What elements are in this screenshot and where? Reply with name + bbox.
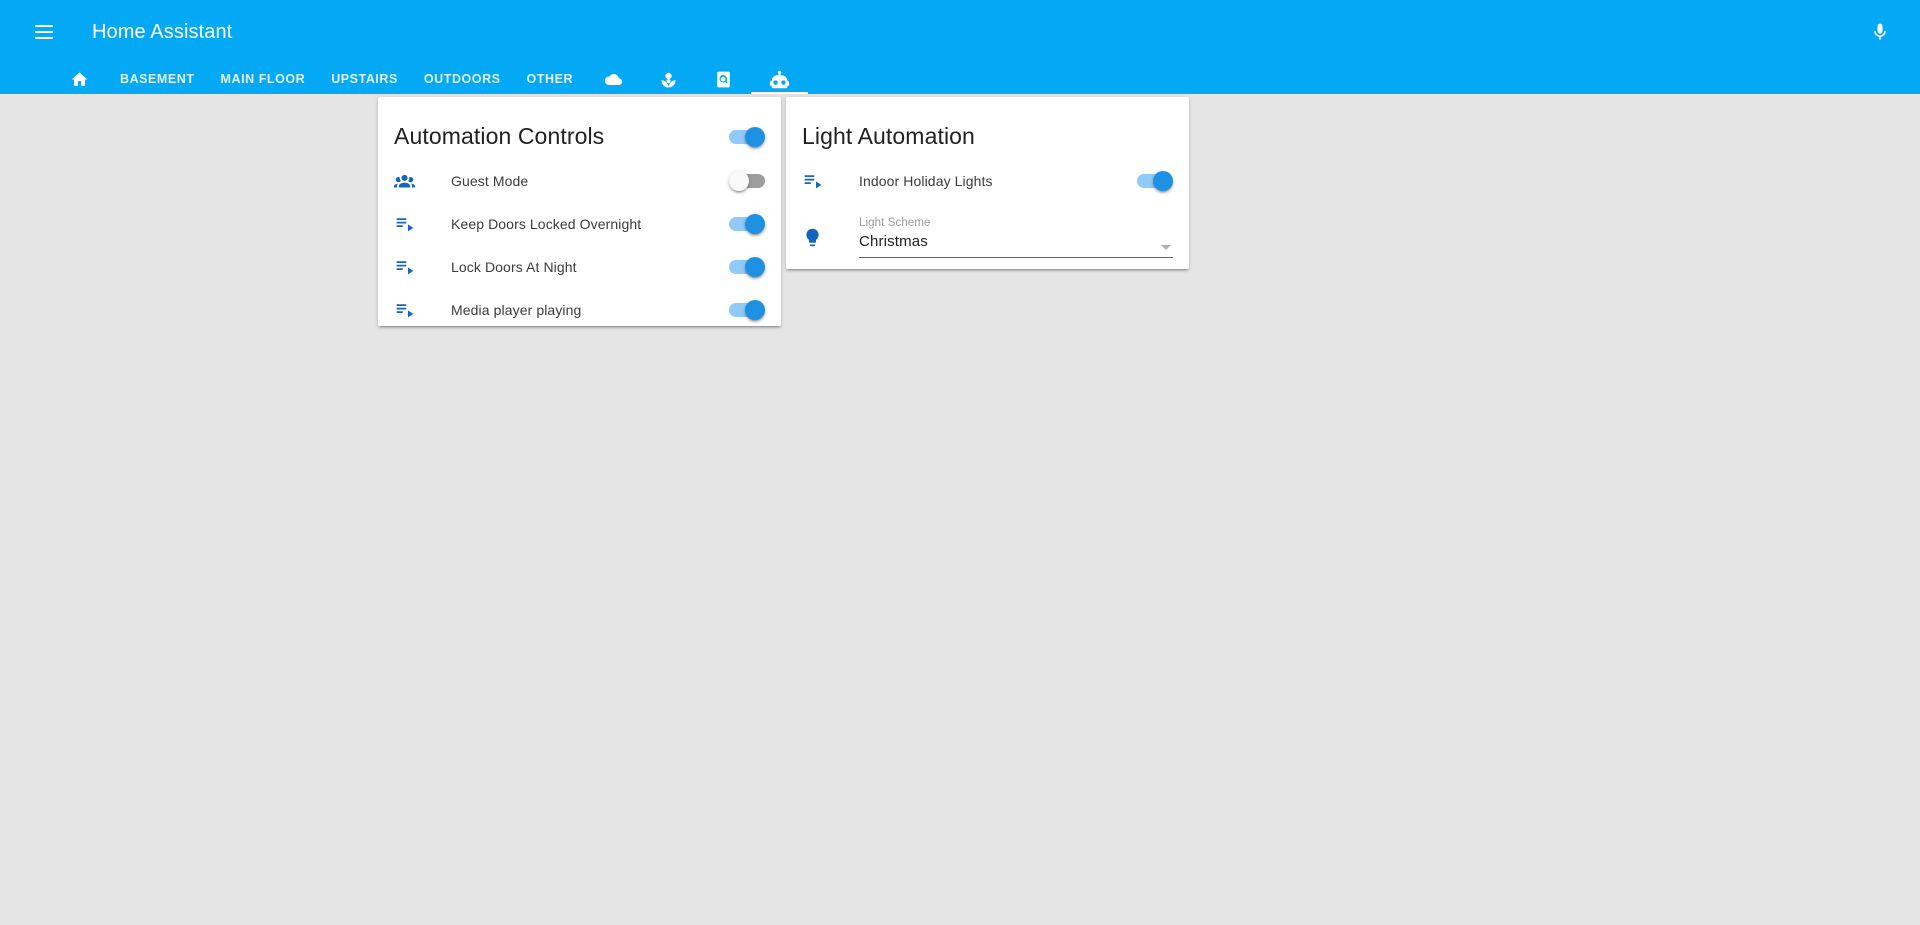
tab-main-floor[interactable]: MAIN FLOOR xyxy=(208,64,319,94)
hamburger-menu-icon xyxy=(35,25,53,39)
tab-home[interactable] xyxy=(52,64,107,94)
tab-outdoors-label: OUTDOORS xyxy=(423,72,501,86)
indoor-holiday-lights-toggle[interactable] xyxy=(1137,170,1173,191)
row-media-player-playing-control xyxy=(729,299,765,320)
card-automation-controls-header: Automation Controls xyxy=(378,97,781,157)
microphone-icon xyxy=(1874,23,1886,40)
hamburger-menu-button[interactable] xyxy=(24,12,64,52)
tab-main-floor-label: MAIN FLOOR xyxy=(220,72,306,86)
lightbulb-icon xyxy=(802,227,842,258)
toggle-thumb xyxy=(745,213,765,234)
row-guest-mode-label: Guest Mode xyxy=(451,172,529,189)
row-guest-mode[interactable]: Guest Mode xyxy=(394,159,765,202)
cloud-icon xyxy=(604,70,623,89)
tab-garden[interactable] xyxy=(641,64,696,94)
toggle-thumb xyxy=(745,127,765,147)
automation-controls-master-toggle[interactable] xyxy=(729,127,765,147)
toggle-thumb xyxy=(745,299,765,320)
flower-icon xyxy=(659,70,678,89)
lovelace-view: Automation Controls Guest Mode Keep Door… xyxy=(0,94,1920,925)
tab-automations[interactable] xyxy=(751,64,809,94)
home-icon xyxy=(70,70,89,89)
row-guest-mode-control xyxy=(729,170,765,191)
toggle-thumb xyxy=(745,256,765,277)
card-light-automation: Light Automation Indoor Holiday Lights L… xyxy=(786,97,1189,269)
card-automation-controls-title: Automation Controls xyxy=(394,123,605,150)
row-indoor-holiday-lights-control xyxy=(1137,170,1173,191)
row-light-scheme: Light Scheme Christmas xyxy=(802,202,1173,258)
row-lock-doors-at-night[interactable]: Lock Doors At Night xyxy=(394,245,765,288)
card-light-automation-header: Light Automation xyxy=(786,97,1189,157)
tab-basement[interactable]: BASEMENT xyxy=(107,64,208,94)
row-media-player-playing[interactable]: Media player playing xyxy=(394,288,765,331)
row-indoor-holiday-lights-label: Indoor Holiday Lights xyxy=(859,172,993,189)
account-group-icon xyxy=(394,170,434,191)
chevron-down-icon xyxy=(1161,245,1171,250)
app-bar: Home Assistant xyxy=(0,0,1920,64)
tab-upstairs[interactable]: UPSTAIRS xyxy=(318,64,411,94)
row-indoor-holiday-lights[interactable]: Indoor Holiday Lights xyxy=(802,159,1173,202)
card-light-automation-body: Indoor Holiday Lights Light Scheme Chris… xyxy=(786,157,1189,274)
row-lock-doors-at-night-label: Lock Doors At Night xyxy=(451,258,577,275)
robot-icon xyxy=(769,69,790,90)
card-automation-controls: Automation Controls Guest Mode Keep Door… xyxy=(378,97,781,326)
light-scheme-select[interactable]: Light Scheme Christmas xyxy=(859,216,1173,258)
row-media-player-playing-label: Media player playing xyxy=(451,301,582,318)
tab-system[interactable] xyxy=(696,64,751,94)
tab-upstairs-label: UPSTAIRS xyxy=(331,72,398,86)
playlist-play-icon xyxy=(802,170,842,191)
tab-outdoors[interactable]: OUTDOORS xyxy=(411,64,514,94)
app-title: Home Assistant xyxy=(92,20,233,43)
playlist-play-icon xyxy=(394,256,434,277)
light-scheme-value: Christmas xyxy=(859,232,928,250)
card-light-automation-title: Light Automation xyxy=(802,123,975,150)
harddisk-icon xyxy=(714,70,733,89)
media-player-playing-toggle[interactable] xyxy=(729,299,765,320)
keep-doors-locked-overnight-toggle[interactable] xyxy=(729,213,765,234)
view-tab-bar: BASEMENT MAIN FLOOR UPSTAIRS OUTDOORS OT… xyxy=(0,64,1920,94)
row-keep-doors-locked-overnight-control xyxy=(729,213,765,234)
lock-doors-at-night-toggle[interactable] xyxy=(729,256,765,277)
light-scheme-label: Light Scheme xyxy=(859,216,931,229)
tab-weather[interactable] xyxy=(586,64,641,94)
tab-basement-label: BASEMENT xyxy=(120,72,195,86)
playlist-play-icon xyxy=(394,299,434,320)
voice-assistant-button[interactable] xyxy=(1860,12,1900,52)
tab-other-label: OTHER xyxy=(526,72,574,86)
tab-other[interactable]: OTHER xyxy=(514,64,587,94)
toggle-thumb xyxy=(1153,170,1173,191)
card-automation-controls-body: Guest Mode Keep Doors Locked Overnight L… xyxy=(378,157,781,347)
row-keep-doors-locked-overnight[interactable]: Keep Doors Locked Overnight xyxy=(394,202,765,245)
guest-mode-toggle[interactable] xyxy=(729,170,765,191)
row-keep-doors-locked-overnight-label: Keep Doors Locked Overnight xyxy=(451,215,642,232)
playlist-play-icon xyxy=(394,213,434,234)
toggle-thumb xyxy=(729,170,749,191)
row-lock-doors-at-night-control xyxy=(729,256,765,277)
